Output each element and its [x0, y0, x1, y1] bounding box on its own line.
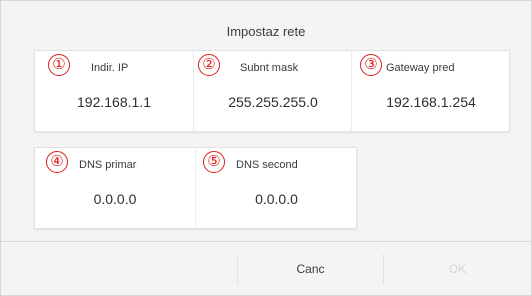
default-gateway-label: Gateway pred — [386, 62, 455, 74]
ip-address-value: 192.168.1.1 — [77, 94, 151, 110]
subnet-mask-label: Subnt mask — [240, 62, 299, 74]
subnet-mask-value: 255.255.255.0 — [228, 94, 318, 110]
default-gateway-value: 192.168.1.254 — [386, 94, 476, 110]
address-card: ① Indir. IP 192.168.1.1 ② Subnt mask 255… — [34, 50, 510, 132]
marker-3: ③ — [360, 54, 382, 76]
dialog-title: Impostaz rete — [226, 24, 306, 39]
dialog-footer: Canc OK — [1, 241, 531, 296]
dns-card: ④ DNS primar 0.0.0.0 ⑤ DNS second 0.0.0.… — [34, 147, 357, 229]
ok-button[interactable]: OK — [384, 242, 531, 296]
secondary-dns-field[interactable]: ⑤ DNS second 0.0.0.0 — [195, 148, 357, 228]
marker-1: ① — [48, 54, 70, 76]
primary-dns-label: DNS primar — [79, 159, 137, 171]
ip-address-label: Indir. IP — [91, 62, 129, 74]
marker-4: ④ — [46, 151, 68, 173]
secondary-dns-value: 0.0.0.0 — [255, 191, 298, 207]
secondary-dns-label: DNS second — [236, 159, 298, 171]
marker-5: ⑤ — [203, 151, 225, 173]
marker-2: ② — [198, 54, 220, 76]
network-settings-dialog: Impostaz rete ① Indir. IP 192.168.1.1 ② … — [0, 0, 532, 296]
default-gateway-field[interactable]: ③ Gateway pred 192.168.1.254 — [351, 51, 510, 131]
primary-dns-value: 0.0.0.0 — [93, 191, 137, 207]
subnet-mask-field[interactable]: ② Subnt mask 255.255.255.0 — [193, 51, 352, 131]
cancel-button[interactable]: Canc — [238, 242, 383, 296]
primary-dns-field[interactable]: ④ DNS primar 0.0.0.0 — [35, 148, 195, 228]
ip-address-field[interactable]: ① Indir. IP 192.168.1.1 — [35, 51, 193, 131]
